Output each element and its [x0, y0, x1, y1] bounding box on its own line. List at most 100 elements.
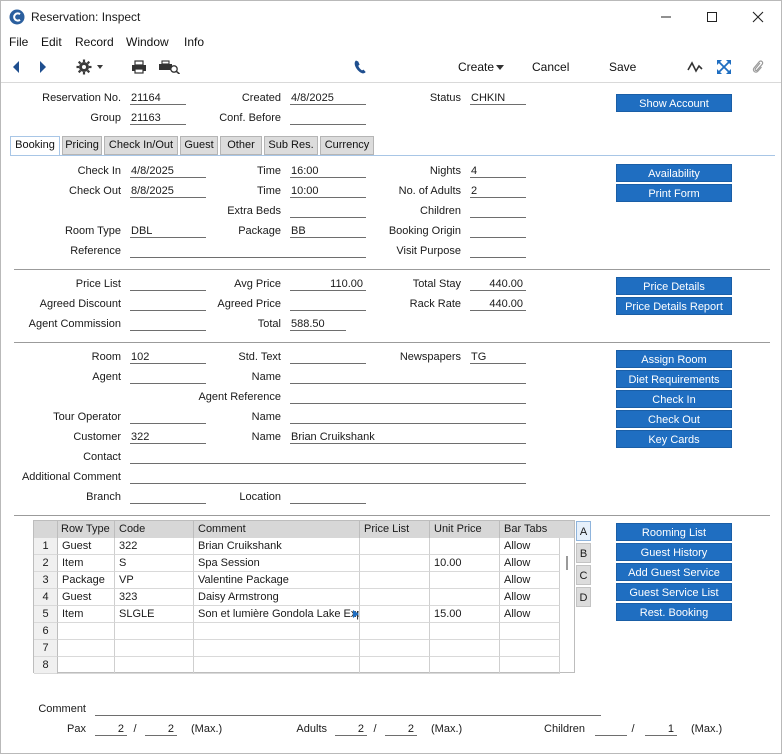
- agent-reference-field[interactable]: [290, 391, 526, 404]
- tab-currency[interactable]: Currency: [320, 136, 374, 155]
- contact-field[interactable]: [130, 451, 526, 464]
- comment-field[interactable]: [95, 703, 601, 716]
- agent-name-field[interactable]: [290, 371, 526, 384]
- grid-cell-code[interactable]: [115, 657, 194, 674]
- time-out-field[interactable]: 10:00: [290, 185, 366, 198]
- grid-cell-type[interactable]: Item: [58, 606, 115, 623]
- grid-cell-price-list[interactable]: [360, 606, 430, 623]
- customer-name-field[interactable]: Brian Cruikshank: [290, 431, 526, 444]
- std-text-field[interactable]: [290, 351, 366, 364]
- overflow-arrow-icon[interactable]: [353, 610, 359, 618]
- diet-requirements-button[interactable]: Diet Requirements: [616, 370, 732, 388]
- grid-cell-bar-tabs[interactable]: Allow: [500, 589, 560, 606]
- adults-max-field[interactable]: 2: [385, 723, 417, 736]
- branch-field[interactable]: [130, 491, 206, 504]
- avg-price-field[interactable]: 110.00: [290, 278, 366, 291]
- pax-field[interactable]: 2: [95, 723, 127, 736]
- grid-header-unit-price[interactable]: Unit Price: [430, 521, 500, 538]
- guest-history-button[interactable]: Guest History: [616, 543, 732, 561]
- grid-cell-comment[interactable]: Valentine Package: [194, 572, 360, 589]
- customer-field[interactable]: 322: [130, 431, 206, 444]
- grid-cell-price-list[interactable]: [360, 657, 430, 674]
- total-field[interactable]: 588.50: [290, 318, 346, 331]
- grid-cell-comment[interactable]: Brian Cruikshank: [194, 538, 360, 555]
- additional-comment-field[interactable]: [130, 471, 526, 484]
- price-details-report-button[interactable]: Price Details Report: [616, 297, 732, 315]
- grid-cell-code[interactable]: [115, 623, 194, 640]
- grid-cell-type[interactable]: Item: [58, 555, 115, 572]
- tab-booking[interactable]: Booking: [10, 136, 60, 156]
- tab-other[interactable]: Other: [220, 136, 262, 155]
- grid-header-bar-tabs[interactable]: Bar Tabs: [500, 521, 560, 538]
- grid-cell-comment[interactable]: [194, 640, 360, 657]
- guest-service-list-button[interactable]: Guest Service List: [616, 583, 732, 601]
- grid-cell-unit-price[interactable]: [430, 572, 500, 589]
- grid-cell-code[interactable]: SLGLE: [115, 606, 194, 623]
- grid-cell-comment[interactable]: Spa Session: [194, 555, 360, 572]
- children-field[interactable]: [470, 205, 526, 218]
- room-field[interactable]: 102: [130, 351, 206, 364]
- maximize-button[interactable]: [689, 1, 735, 32]
- grid-cell-type[interactable]: [58, 623, 115, 640]
- grid-cell-price-list[interactable]: [360, 572, 430, 589]
- add-guest-service-button[interactable]: Add Guest Service: [616, 563, 732, 581]
- grid-cell-type[interactable]: Guest: [58, 589, 115, 606]
- close-button[interactable]: [735, 1, 781, 32]
- extra-beds-field[interactable]: [290, 205, 366, 218]
- grid-cell-type[interactable]: Guest: [58, 538, 115, 555]
- room-type-field[interactable]: DBL: [130, 225, 206, 238]
- created-field[interactable]: 4/8/2025: [290, 92, 366, 105]
- grid-cell-unit-price[interactable]: [430, 640, 500, 657]
- status-field[interactable]: CHKIN: [470, 92, 526, 105]
- paperclip-icon[interactable]: [752, 59, 764, 75]
- grid-cell-unit-price[interactable]: [430, 589, 500, 606]
- side-tab-c[interactable]: C: [576, 565, 591, 585]
- children-max-field[interactable]: 1: [645, 723, 677, 736]
- total-stay-field[interactable]: 440.00: [470, 278, 526, 291]
- side-tab-d[interactable]: D: [576, 587, 591, 607]
- agent-field[interactable]: [130, 371, 206, 384]
- grid-cell-comment[interactable]: [194, 623, 360, 640]
- grid-cell-unit-price[interactable]: [430, 538, 500, 555]
- grid-cell-unit-price[interactable]: [430, 657, 500, 674]
- print-form-button[interactable]: Print Form: [616, 184, 732, 202]
- grid-header-row-type[interactable]: Row Type: [58, 521, 115, 538]
- grid-cell-price-list[interactable]: [360, 538, 430, 555]
- grid-cell-code[interactable]: 323: [115, 589, 194, 606]
- tour-operator-field[interactable]: [130, 411, 206, 424]
- print-icon[interactable]: [131, 60, 147, 74]
- grid-cell-price-list[interactable]: [360, 555, 430, 572]
- side-tab-b[interactable]: B: [576, 543, 591, 563]
- adults-field[interactable]: 2: [335, 723, 367, 736]
- price-details-button[interactable]: Price Details: [616, 277, 732, 295]
- grid-cell-bar-tabs[interactable]: Allow: [500, 538, 560, 555]
- cancel-button[interactable]: Cancel: [532, 60, 569, 74]
- availability-button[interactable]: Availability: [616, 164, 732, 182]
- grid-cell-bar-tabs[interactable]: Allow: [500, 572, 560, 589]
- grid-cell-price-list[interactable]: [360, 589, 430, 606]
- tab-guest[interactable]: Guest: [180, 136, 218, 155]
- menu-edit[interactable]: Edit: [41, 35, 62, 49]
- grid-cell-bar-tabs[interactable]: Allow: [500, 606, 560, 623]
- rooming-list-button[interactable]: Rooming List: [616, 523, 732, 541]
- activity-icon[interactable]: [687, 60, 703, 74]
- expand-icon[interactable]: [717, 60, 731, 74]
- grid-cell-type[interactable]: [58, 640, 115, 657]
- grid-header-comment[interactable]: Comment: [194, 521, 360, 538]
- grid-cell-code[interactable]: VP: [115, 572, 194, 589]
- children-footer-field[interactable]: [595, 723, 627, 736]
- check-in-field[interactable]: 4/8/2025: [130, 165, 206, 178]
- grid-cell-unit-price[interactable]: [430, 623, 500, 640]
- menu-window[interactable]: Window: [126, 35, 169, 49]
- tab-pricing[interactable]: Pricing: [62, 136, 102, 155]
- check-out-button[interactable]: Check Out: [616, 410, 732, 428]
- newspapers-field[interactable]: TG: [470, 351, 526, 364]
- tab-check-in-out[interactable]: Check In/Out: [104, 136, 178, 155]
- rack-rate-field[interactable]: 440.00: [470, 298, 526, 311]
- reference-field[interactable]: [130, 245, 366, 258]
- grid-header-code[interactable]: Code: [115, 521, 194, 538]
- menu-record[interactable]: Record: [75, 35, 114, 49]
- show-account-button[interactable]: Show Account: [616, 94, 732, 112]
- grid-cell-comment[interactable]: [194, 657, 360, 674]
- location-field[interactable]: [290, 491, 366, 504]
